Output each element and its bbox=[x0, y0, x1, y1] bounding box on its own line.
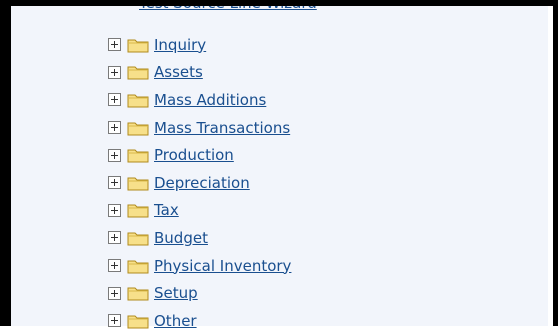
plus-box-icon[interactable] bbox=[108, 176, 121, 190]
folder-icon bbox=[127, 149, 149, 163]
folder-icon bbox=[127, 39, 149, 53]
plus-box-icon[interactable] bbox=[108, 314, 121, 328]
frame-top-border bbox=[0, 0, 558, 6]
tree-item-label[interactable]: Tax bbox=[154, 201, 179, 219]
folder-icon bbox=[127, 122, 149, 136]
navigation-tree-panel: Test Source Line Wizard Inquiry Assets M… bbox=[11, 0, 548, 330]
plus-box-icon[interactable] bbox=[108, 286, 121, 300]
tree-item-production: Production bbox=[108, 141, 291, 169]
plus-box-icon[interactable] bbox=[108, 65, 121, 79]
folder-icon bbox=[127, 94, 149, 108]
plus-box-icon[interactable] bbox=[108, 148, 121, 162]
folder-icon bbox=[127, 66, 149, 80]
folder-icon bbox=[127, 315, 149, 329]
tree-item-tax: Tax bbox=[108, 197, 291, 225]
tree-item-label[interactable]: Mass Additions bbox=[154, 91, 266, 109]
tree-item-label[interactable]: Physical Inventory bbox=[154, 257, 291, 275]
tree-item-label[interactable]: Mass Transactions bbox=[154, 119, 290, 137]
plus-box-icon[interactable] bbox=[108, 231, 121, 245]
frame-left-border bbox=[0, 0, 11, 326]
tree-item-budget: Budget bbox=[108, 224, 291, 252]
tree-item-depreciation: Depreciation bbox=[108, 169, 291, 197]
plus-box-icon[interactable] bbox=[108, 93, 121, 107]
frame-right-border bbox=[553, 0, 558, 326]
function-tree: Inquiry Assets Mass Additions Mass Trans… bbox=[108, 31, 291, 335]
tree-item-setup: Setup bbox=[108, 279, 291, 307]
tree-item-assets: Assets bbox=[108, 59, 291, 87]
tree-item-label[interactable]: Other bbox=[154, 312, 197, 330]
tree-item-label[interactable]: Production bbox=[154, 146, 234, 164]
plus-box-icon[interactable] bbox=[108, 38, 121, 52]
folder-icon bbox=[127, 177, 149, 191]
tree-item-label[interactable]: Assets bbox=[154, 63, 203, 81]
folder-icon bbox=[127, 204, 149, 218]
tree-item-physical-inventory: Physical Inventory bbox=[108, 252, 291, 280]
folder-icon bbox=[127, 260, 149, 274]
plus-box-icon[interactable] bbox=[108, 203, 121, 217]
tree-item-mass-transactions: Mass Transactions bbox=[108, 114, 291, 142]
tree-item-label[interactable]: Budget bbox=[154, 229, 208, 247]
tree-item-other: Other bbox=[108, 307, 291, 335]
plus-box-icon[interactable] bbox=[108, 259, 121, 273]
tree-item-label[interactable]: Inquiry bbox=[154, 36, 206, 54]
folder-icon bbox=[127, 287, 149, 301]
tree-item-label[interactable]: Setup bbox=[154, 284, 198, 302]
tree-item-inquiry: Inquiry bbox=[108, 31, 291, 59]
tree-item-label[interactable]: Depreciation bbox=[154, 174, 250, 192]
window-frame: Test Source Line Wizard Inquiry Assets M… bbox=[0, 0, 558, 330]
folder-icon bbox=[127, 232, 149, 246]
plus-box-icon[interactable] bbox=[108, 121, 121, 135]
tree-item-mass-additions: Mass Additions bbox=[108, 86, 291, 114]
